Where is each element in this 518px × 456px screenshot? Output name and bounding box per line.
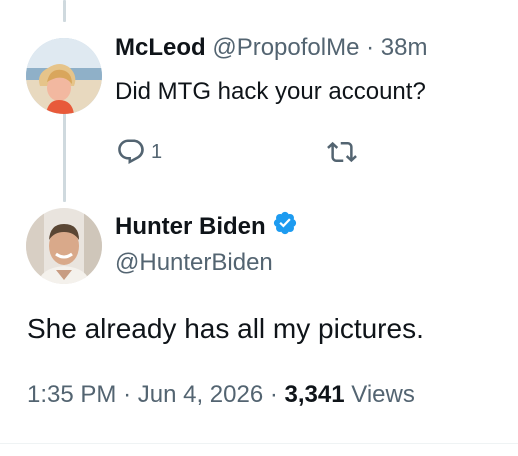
separator-dot: · [123, 381, 132, 408]
divider [0, 443, 518, 444]
display-name[interactable]: McLeod [115, 34, 206, 61]
main-tweet[interactable]: Hunter Biden @HunterBiden She already ha… [0, 196, 518, 456]
reply-header: McLeod @PropofolMe · 38m [115, 33, 427, 63]
user-handle[interactable]: @PropofolMe [212, 34, 359, 61]
reply-count: 1 [151, 140, 163, 163]
timestamp[interactable]: 38m [381, 34, 428, 61]
tweet-meta: 1:35 PM · Jun 4, 2026 · 3,341 Views [27, 380, 415, 410]
verified-badge-icon[interactable] [272, 210, 298, 244]
avatar-man-portrait-image [26, 208, 102, 284]
display-name[interactable]: Hunter Biden [115, 212, 266, 242]
tweet-text: She already has all my pictures. [27, 313, 424, 344]
avatar-beach-child-image [26, 38, 102, 114]
author-name-row: Hunter Biden [115, 210, 298, 244]
avatar[interactable] [26, 38, 102, 114]
user-handle[interactable]: @HunterBiden [115, 248, 273, 278]
retweet-icon [327, 141, 357, 163]
reply-tweet[interactable]: McLeod @PropofolMe · 38m Did MTG hack yo… [0, 0, 518, 200]
views-count: 3,341 [284, 381, 345, 408]
tweet-time[interactable]: 1:35 PM [27, 381, 116, 408]
avatar[interactable] [26, 208, 102, 284]
tweet-text: Did MTG hack your account? [115, 78, 426, 105]
separator-dot: · [366, 34, 375, 61]
separator-dot: · [269, 381, 278, 408]
retweet-button[interactable] [327, 137, 357, 167]
views-label: Views [351, 381, 415, 408]
reply-button[interactable]: 1 [116, 137, 162, 167]
tweet-date[interactable]: Jun 4, 2026 [138, 381, 263, 408]
comment-bubble-icon [118, 139, 144, 165]
